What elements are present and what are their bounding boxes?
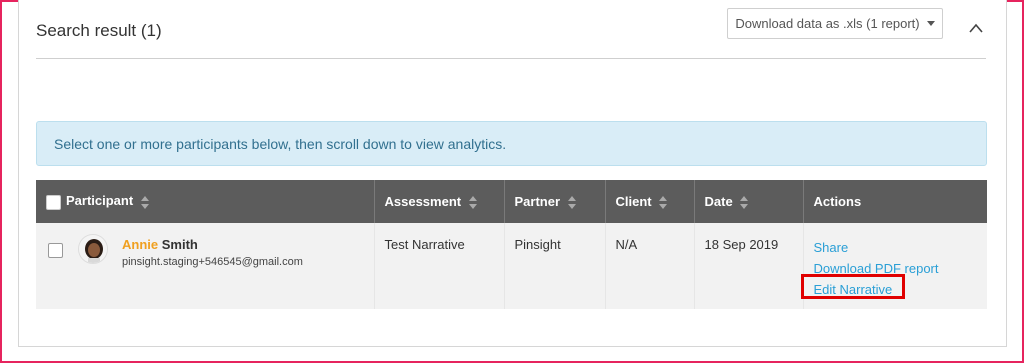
edit-narrative-link[interactable]: Edit Narrative [814, 279, 978, 300]
column-header-date[interactable]: Date [694, 180, 804, 223]
download-xls-label: Download data as .xls (1 report) [735, 16, 920, 31]
row-checkbox[interactable] [48, 243, 63, 258]
sort-icon[interactable] [567, 196, 576, 210]
table-header-row: Participant Assessment Partner Client Da… [36, 180, 987, 223]
sort-icon[interactable] [659, 196, 668, 210]
avatar [78, 234, 108, 264]
results-table: Participant Assessment Partner Client Da… [36, 180, 987, 309]
select-all-checkbox[interactable] [46, 194, 61, 210]
assessment-cell: Test Narrative [374, 223, 505, 309]
chevron-up-icon [969, 23, 983, 33]
download-xls-button[interactable]: Download data as .xls (1 report) [727, 8, 943, 39]
sort-icon[interactable] [140, 195, 149, 209]
column-label: Actions [813, 194, 862, 209]
table-row: Annie Smith pinsight.staging+546545@gmai… [36, 223, 987, 309]
participant-email: pinsight.staging+546545@gmail.com [122, 256, 303, 268]
column-label: Date [704, 193, 733, 209]
sort-icon[interactable] [468, 196, 477, 210]
column-header-participant[interactable]: Participant [36, 180, 375, 223]
panel-title: Search result (1) [36, 21, 162, 40]
divider [36, 58, 986, 59]
participant-name: Annie Smith [122, 237, 198, 252]
column-header-actions: Actions [803, 180, 987, 223]
column-label: Client [615, 193, 652, 209]
info-alert: Select one or more participants below, t… [36, 121, 987, 166]
participant-last-name: Smith [161, 237, 198, 252]
download-pdf-link[interactable]: Download PDF report [814, 258, 978, 279]
partner-cell: Pinsight [504, 223, 606, 309]
column-header-client[interactable]: Client [605, 180, 695, 223]
column-header-partner[interactable]: Partner [504, 180, 606, 223]
date-cell: 18 Sep 2019 [694, 223, 804, 309]
participant-first-name: Annie [122, 237, 159, 252]
client-cell: N/A [605, 223, 695, 309]
caret-down-icon [926, 21, 935, 26]
actions-cell: Share Download PDF report Edit Narrative [803, 223, 987, 309]
column-label: Participant [66, 193, 134, 209]
share-link[interactable]: Share [814, 237, 978, 258]
column-label: Assessment [384, 193, 462, 209]
participant-cell: Annie Smith pinsight.staging+546545@gmai… [36, 223, 375, 309]
column-header-assessment[interactable]: Assessment [374, 180, 505, 223]
collapse-button[interactable] [966, 20, 986, 36]
column-label: Partner [514, 193, 561, 209]
sort-icon[interactable] [740, 196, 749, 210]
